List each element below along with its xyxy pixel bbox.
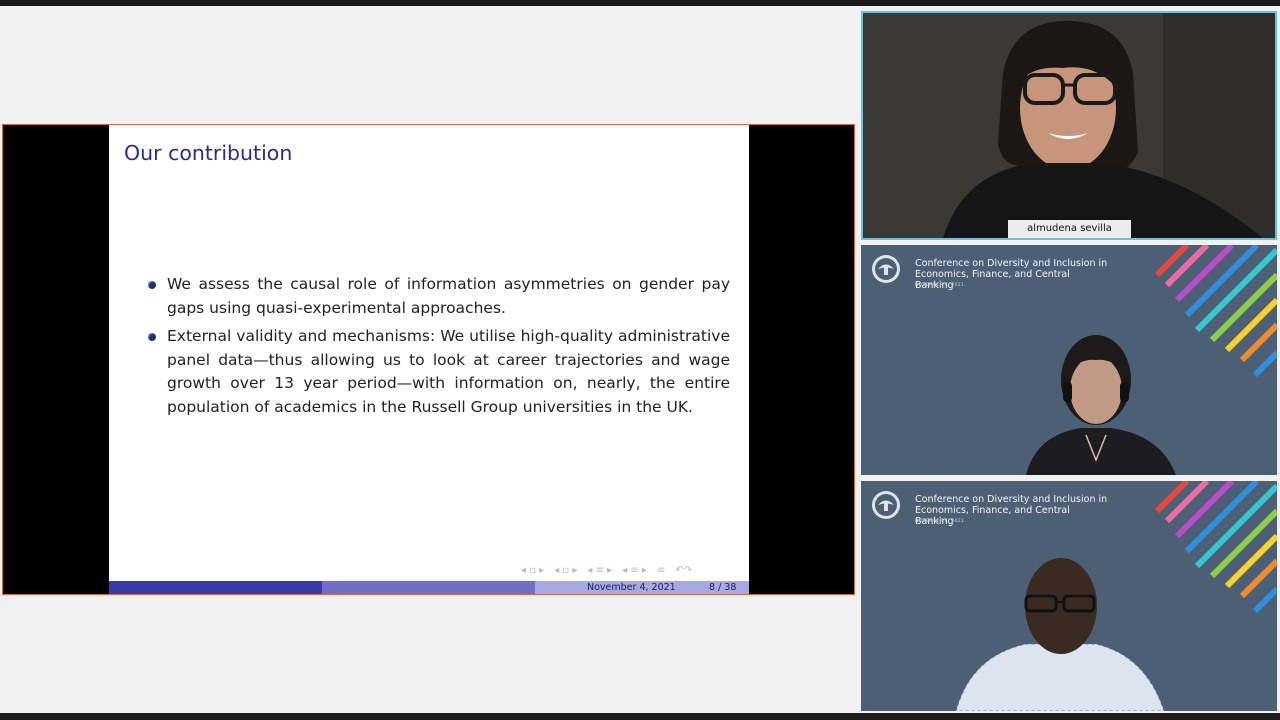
slide-bullet-item: External validity and mechanisms: We uti…	[148, 325, 730, 419]
footer-page-number: 8 / 38	[709, 582, 737, 593]
participant-video-image	[863, 13, 1275, 238]
nav-section-icon: ◂ ≡ ▸	[587, 565, 613, 576]
bullet-text: External validity and mechanisms: We uti…	[167, 327, 730, 416]
federal-reserve-seal-icon	[872, 255, 900, 283]
participant-video-tile-active-speaker[interactable]: almudena sevilla	[861, 11, 1277, 240]
footer-section-3: November 4, 2021 8 / 38	[535, 581, 749, 594]
bullet-icon	[148, 281, 156, 289]
participant-video-image	[1026, 335, 1176, 475]
nav-frame-icon: ◂ ▫ ▸	[521, 565, 545, 576]
slide-bullet-item: We assess the causal role of information…	[148, 273, 730, 320]
bullet-text: We assess the causal role of information…	[167, 275, 730, 317]
federal-reserve-seal-icon	[872, 491, 900, 519]
participant-name-tag: almudena sevilla	[1008, 220, 1131, 238]
window-top-bar	[0, 0, 1280, 6]
nav-search-icon: ↶↷	[675, 565, 693, 576]
nav-subsection-icon: ◂ ▫ ▸	[554, 565, 578, 576]
participant-video-tile[interactable]: Conference on Diversity and Inclusion in…	[861, 245, 1277, 475]
slide-footer: November 4, 2021 8 / 38	[109, 581, 749, 594]
beamer-navigation: ◂ ▫ ▸ ◂ ▫ ▸ ◂ ≡ ▸ ◂ ≡ ▸ ≡ ↶↷	[521, 565, 692, 576]
bullet-icon	[148, 333, 156, 341]
conference-date: NOVEMBER 4, 2021	[915, 519, 965, 524]
nav-align-icon: ≡	[656, 565, 666, 576]
presentation-slide: Our contribution We assess the causal ro…	[109, 125, 749, 594]
footer-date: November 4, 2021	[587, 582, 676, 593]
conference-date: NOVEMBER 4, 2021	[915, 283, 965, 288]
footer-section-2	[322, 581, 535, 594]
participant-video-image	[955, 558, 1165, 711]
participant-video-tile[interactable]: Conference on Diversity and Inclusion in…	[861, 481, 1277, 711]
footer-section-1	[109, 581, 322, 594]
slide-title: Our contribution	[124, 141, 293, 165]
nav-slide-icon: ◂ ≡ ▸	[622, 565, 647, 576]
shared-screen[interactable]: Our contribution We assess the causal ro…	[2, 124, 855, 595]
slide-bullet-list: We assess the causal role of information…	[148, 273, 730, 424]
window-bottom-bar	[0, 713, 1280, 720]
